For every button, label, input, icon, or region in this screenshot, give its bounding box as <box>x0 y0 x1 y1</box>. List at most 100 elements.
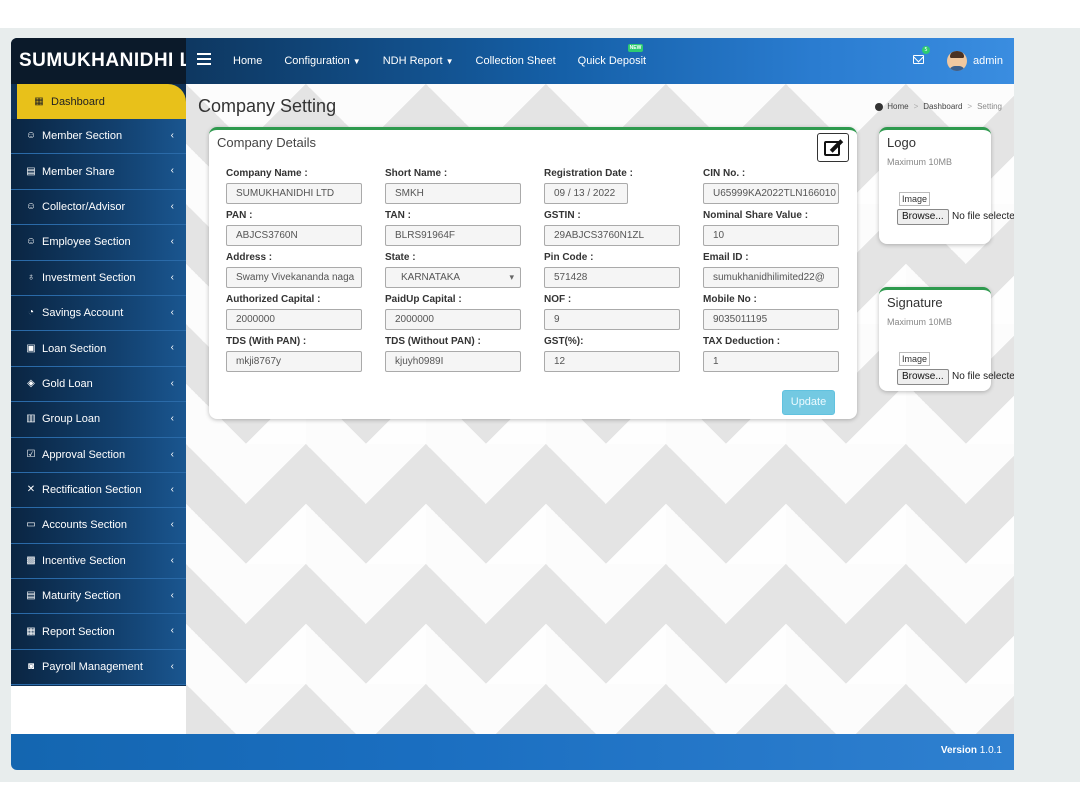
sidebar-item-member-section[interactable]: ☺ Member Section ‹ <box>11 119 186 155</box>
short-name-input[interactable]: SMKH <box>385 183 521 204</box>
tax-deduction-input[interactable]: 1 <box>703 351 839 372</box>
sidebar-item-report-section[interactable]: ▦ Report Section ‹ <box>11 614 186 650</box>
field-label: TDS (With PAN) : <box>226 336 307 347</box>
nav-configuration-label: Configuration <box>284 55 350 67</box>
authorized-capital-input[interactable]: 2000000 <box>226 309 362 330</box>
sidebar-item-label: Savings Account <box>42 307 124 320</box>
user-name[interactable]: admin <box>973 55 1003 67</box>
sidebar-item-member-share[interactable]: ▤ Member Share ‹ <box>11 154 186 190</box>
gst-percent-field: GST(%): 12 <box>544 336 680 372</box>
field-label: State : <box>385 252 416 263</box>
signature-image-placeholder: Image <box>899 352 931 366</box>
logo-browse-button[interactable]: Browse... <box>897 209 949 225</box>
state-select[interactable]: KARNATAKA <box>385 267 521 288</box>
nominal-share-value-field: Nominal Share Value : 10 <box>703 210 839 246</box>
nav-configuration[interactable]: Configuration ▼ <box>284 55 360 67</box>
field-label: PAN : <box>226 210 253 221</box>
sidebar-item-label: Approval Section <box>42 448 126 461</box>
field-label: GSTIN : <box>544 210 581 221</box>
breadcrumb-home[interactable]: Home <box>887 102 908 111</box>
user-icon: ☺ <box>25 236 37 248</box>
sidebar-item-group-loan[interactable]: ▥ Group Loan ‹ <box>11 402 186 438</box>
nav-home[interactable]: Home <box>233 55 262 67</box>
breadcrumb: Home > Dashboard > Setting <box>875 102 1002 111</box>
paidup-capital-field: PaidUp Capital : 2000000 <box>385 294 521 330</box>
nof-input[interactable]: 9 <box>544 309 680 330</box>
user-icon: ☺ <box>25 130 37 142</box>
state-field: State : KARNATAKA <box>385 252 521 288</box>
sidebar-item-savings-account[interactable]: ◔ Savings Account ‹ <box>11 295 186 332</box>
sidebar-item-employee-section[interactable]: ☺ Employee Section ‹ <box>11 225 186 261</box>
nav-ndh-report[interactable]: NDH Report ▼ <box>383 55 454 67</box>
email-id-input[interactable]: sumukhanidhilimited22@ <box>703 267 839 288</box>
tds-without-pan-input[interactable]: kjuyh0989I <box>385 351 521 372</box>
sidebar-item-gold-loan[interactable]: ◈ Gold Loan ‹ <box>11 366 186 403</box>
version-number: 1.0.1 <box>979 745 1002 756</box>
sidebar-item-dashboard[interactable]: ▦ Dashboard <box>17 84 186 119</box>
registration-date-input[interactable]: 09 / 13 / 2022 <box>544 183 628 204</box>
update-button[interactable]: Update <box>782 390 835 415</box>
signature-card: Signature Maximum 10MB Image Browse... N… <box>879 287 1014 391</box>
piggy-bank-icon: ◔ <box>27 307 35 319</box>
pin-code-input[interactable]: 571428 <box>544 267 680 288</box>
sidebar-item-loan-section[interactable]: ▣ Loan Section ‹ <box>11 331 186 367</box>
user-icon: ☺ <box>25 200 37 212</box>
email-id-field: Email ID : sumukhanidhilimited22@ <box>703 252 839 288</box>
edit-button[interactable] <box>817 133 849 162</box>
pan-input[interactable]: ABJCS3760N <box>226 225 362 246</box>
maturity-icon: ▤ <box>26 590 36 602</box>
breadcrumb-dashboard[interactable]: Dashboard <box>923 102 962 111</box>
sidebar-item-approval-section[interactable]: ☑ Approval Section ‹ <box>11 437 186 473</box>
mobile-no-input[interactable]: 9035011195 <box>703 309 839 330</box>
tds-with-pan-input[interactable]: mkji8767y <box>226 351 362 372</box>
sidebar-item-collector-advisor[interactable]: ☺ Collector/Advisor ‹ <box>11 189 186 226</box>
paidup-capital-input[interactable]: 2000000 <box>385 309 521 330</box>
dashboard-icon: ▦ <box>34 95 44 107</box>
sidebar-item-accounts-section[interactable]: ▭ Accounts Section ‹ <box>11 508 186 544</box>
footer: Version 1.0.1 <box>11 734 1014 770</box>
field-label: Pin Code : <box>544 252 594 263</box>
tan-input[interactable]: BLRS91964F <box>385 225 521 246</box>
page-title: Company Setting <box>198 96 337 116</box>
loan-icon: ▣ <box>26 342 36 354</box>
gstin-field: GSTIN : 29ABJCS3760N1ZL <box>544 210 680 246</box>
nav-quick-deposit[interactable]: Quick Deposit NEW <box>577 44 647 67</box>
report-icon: ▦ <box>26 625 36 637</box>
field-label: TDS (Without PAN) : <box>385 336 481 347</box>
sidebar-item-investment-section[interactable]: ♁ Investment Section ‹ <box>11 260 186 296</box>
sidebar-item-label: Accounts Section <box>42 519 127 532</box>
address-input[interactable]: Swamy Vivekananda naga <box>226 267 362 288</box>
sidebar-item-maturity-section[interactable]: ▤ Maturity Section ‹ <box>11 579 186 615</box>
nav-quick-deposit-label: Quick Deposit <box>577 55 647 67</box>
gst-percent-input[interactable]: 12 <box>544 351 680 372</box>
company-name-input[interactable]: SUMUKHANIDHI LTD <box>226 183 362 204</box>
logo-image-placeholder: Image <box>899 192 931 206</box>
logo-card-title: Logo <box>887 135 916 150</box>
signature-browse-button[interactable]: Browse... <box>897 369 949 385</box>
sidebar-item-rectification-section[interactable]: ✕ Rectification Section ‹ <box>11 472 186 509</box>
cin-no-field: CIN No. : U65999KA2022TLN166010 <box>703 168 839 204</box>
logo-card: Logo Maximum 10MB Image Browse... No fil… <box>879 127 1014 244</box>
chevron-left-icon: ‹ <box>170 483 174 495</box>
nof-field: NOF : 9 <box>544 294 680 330</box>
cin-no-input[interactable]: U65999KA2022TLN166010 <box>703 183 839 204</box>
signature-file-status: No file selected. <box>952 371 1014 382</box>
sidebar-item-incentive-section[interactable]: ▩ Incentive Section ‹ <box>11 543 186 580</box>
user-avatar[interactable] <box>947 51 967 71</box>
nav-collection-sheet[interactable]: Collection Sheet <box>476 55 556 67</box>
tax-deduction-field: TAX Deduction : 1 <box>703 336 839 372</box>
nominal-share-value-input[interactable]: 10 <box>703 225 839 246</box>
tds-with-pan-field: TDS (With PAN) : mkji8767y <box>226 336 362 372</box>
field-label: Short Name : <box>385 168 448 179</box>
sidebar-item-payroll-management[interactable]: ◙ Payroll Management ‹ <box>11 649 186 686</box>
field-label: Email ID : <box>703 252 749 263</box>
gstin-input[interactable]: 29ABJCS3760N1ZL <box>544 225 680 246</box>
mail-icon[interactable] <box>913 55 924 64</box>
chevron-left-icon: ‹ <box>170 448 174 460</box>
hamburger-menu-icon[interactable] <box>197 53 211 65</box>
incentive-icon: ▩ <box>26 554 36 566</box>
chevron-left-icon: ‹ <box>170 165 174 177</box>
top-navbar: SUMUKHANIDHI L Home Configuration ▼ NDH R… <box>11 38 1014 84</box>
sidebar: ▦ Dashboard ☺ Member Section ‹ ▤ Member Sha… <box>11 84 186 686</box>
field-label: PaidUp Capital : <box>385 294 462 305</box>
